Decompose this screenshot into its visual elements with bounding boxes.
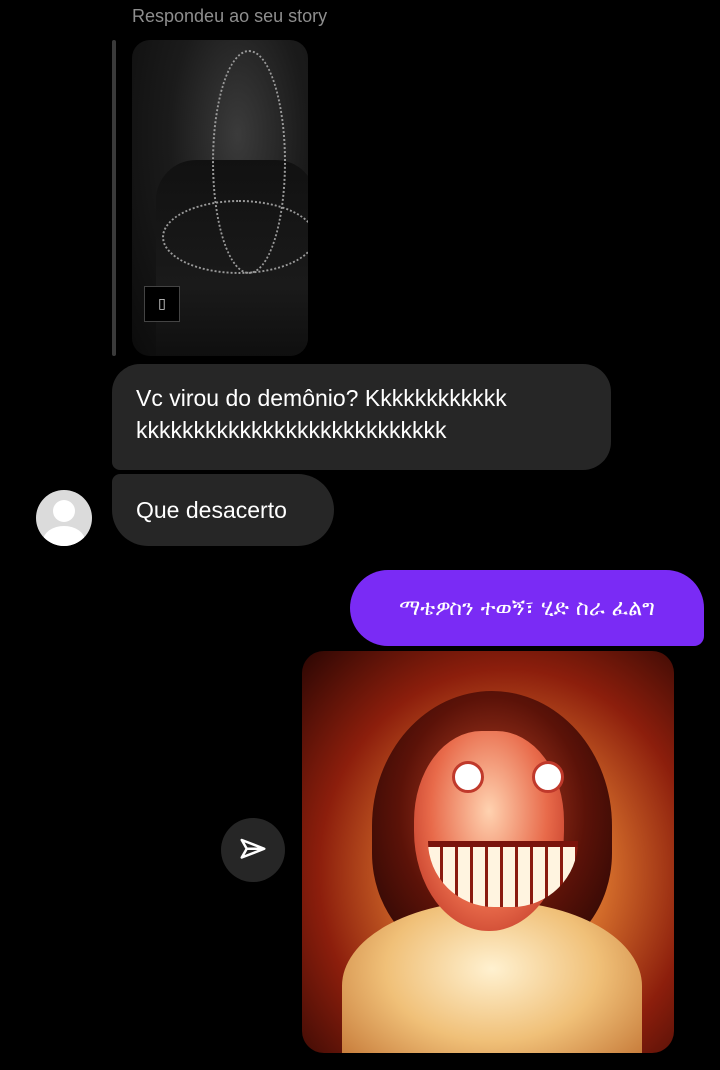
story-thumbnail[interactable]: ▯ xyxy=(132,40,308,356)
received-message-1[interactable]: Vc virou do demônio? Kkkkkkkkkkkk kkkkkk… xyxy=(112,364,611,470)
sent-image-eye-left xyxy=(452,761,484,793)
received-message-2[interactable]: Que desacerto xyxy=(112,474,334,546)
avatar-body-icon xyxy=(43,526,85,546)
story-reply-label: Respondeu ao seu story xyxy=(132,6,328,26)
avatar-head-icon xyxy=(53,500,75,522)
story-image-necklace xyxy=(212,50,286,274)
sent-message-text: ማቴዎስን ተወኝ፣ ሂድ ስራ ፈልግ xyxy=(399,595,655,621)
sent-image-eye-right xyxy=(532,761,564,793)
paper-plane-icon xyxy=(240,838,266,859)
sent-message[interactable]: ማቴዎስን ተወኝ፣ ሂድ ስራ ፈልግ xyxy=(350,570,704,646)
share-button[interactable] xyxy=(221,818,285,882)
sent-image[interactable] xyxy=(302,651,674,1053)
sender-avatar[interactable] xyxy=(36,490,92,546)
received-message-2-text: Que desacerto xyxy=(136,497,287,523)
reply-quote-bar xyxy=(112,40,116,356)
story-sticker-icon: ▯ xyxy=(144,286,180,322)
